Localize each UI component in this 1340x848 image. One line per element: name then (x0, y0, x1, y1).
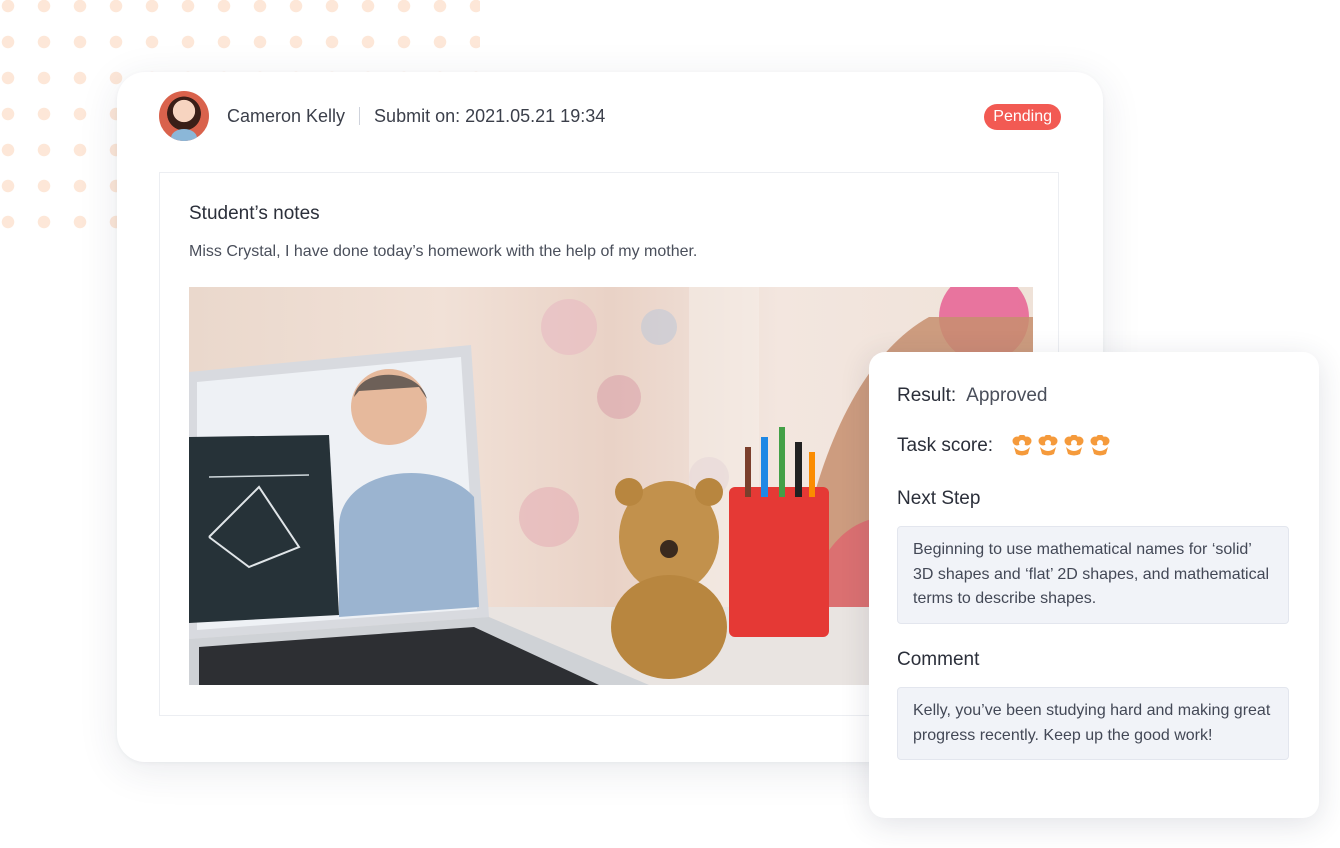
next-step-text: Beginning to use mathematical names for … (897, 526, 1289, 624)
submission-header: Cameron Kelly Submit on: 2021.05.21 19:3… (159, 90, 1061, 142)
notes-text: Miss Crystal, I have done today’s homewo… (189, 243, 698, 260)
flower-icon (1090, 435, 1110, 456)
flower-icon (1038, 435, 1058, 456)
student-name: Cameron Kelly (227, 105, 346, 126)
result-value: Approved (966, 385, 1048, 406)
score-flowers (1011, 435, 1115, 457)
flower-icon (1064, 435, 1084, 456)
flower-icon (1012, 435, 1032, 456)
review-result-card: Result: Approved Task score: Next Step B… (869, 352, 1319, 818)
notes-title: Student’s notes (189, 203, 320, 224)
result-row: Result: Approved (897, 385, 1047, 407)
status-badge: Pending (984, 104, 1061, 130)
task-score-row: Task score: (897, 435, 1115, 457)
next-step-title: Next Step (897, 488, 981, 509)
avatar (159, 91, 209, 141)
result-label: Result: (897, 385, 957, 406)
score-label: Task score: (897, 435, 994, 456)
comment-title: Comment (897, 649, 980, 670)
divider (359, 107, 361, 125)
submit-time: Submit on: 2021.05.21 19:34 (374, 105, 606, 126)
comment-text: Kelly, you’ve been studying hard and mak… (897, 687, 1289, 760)
